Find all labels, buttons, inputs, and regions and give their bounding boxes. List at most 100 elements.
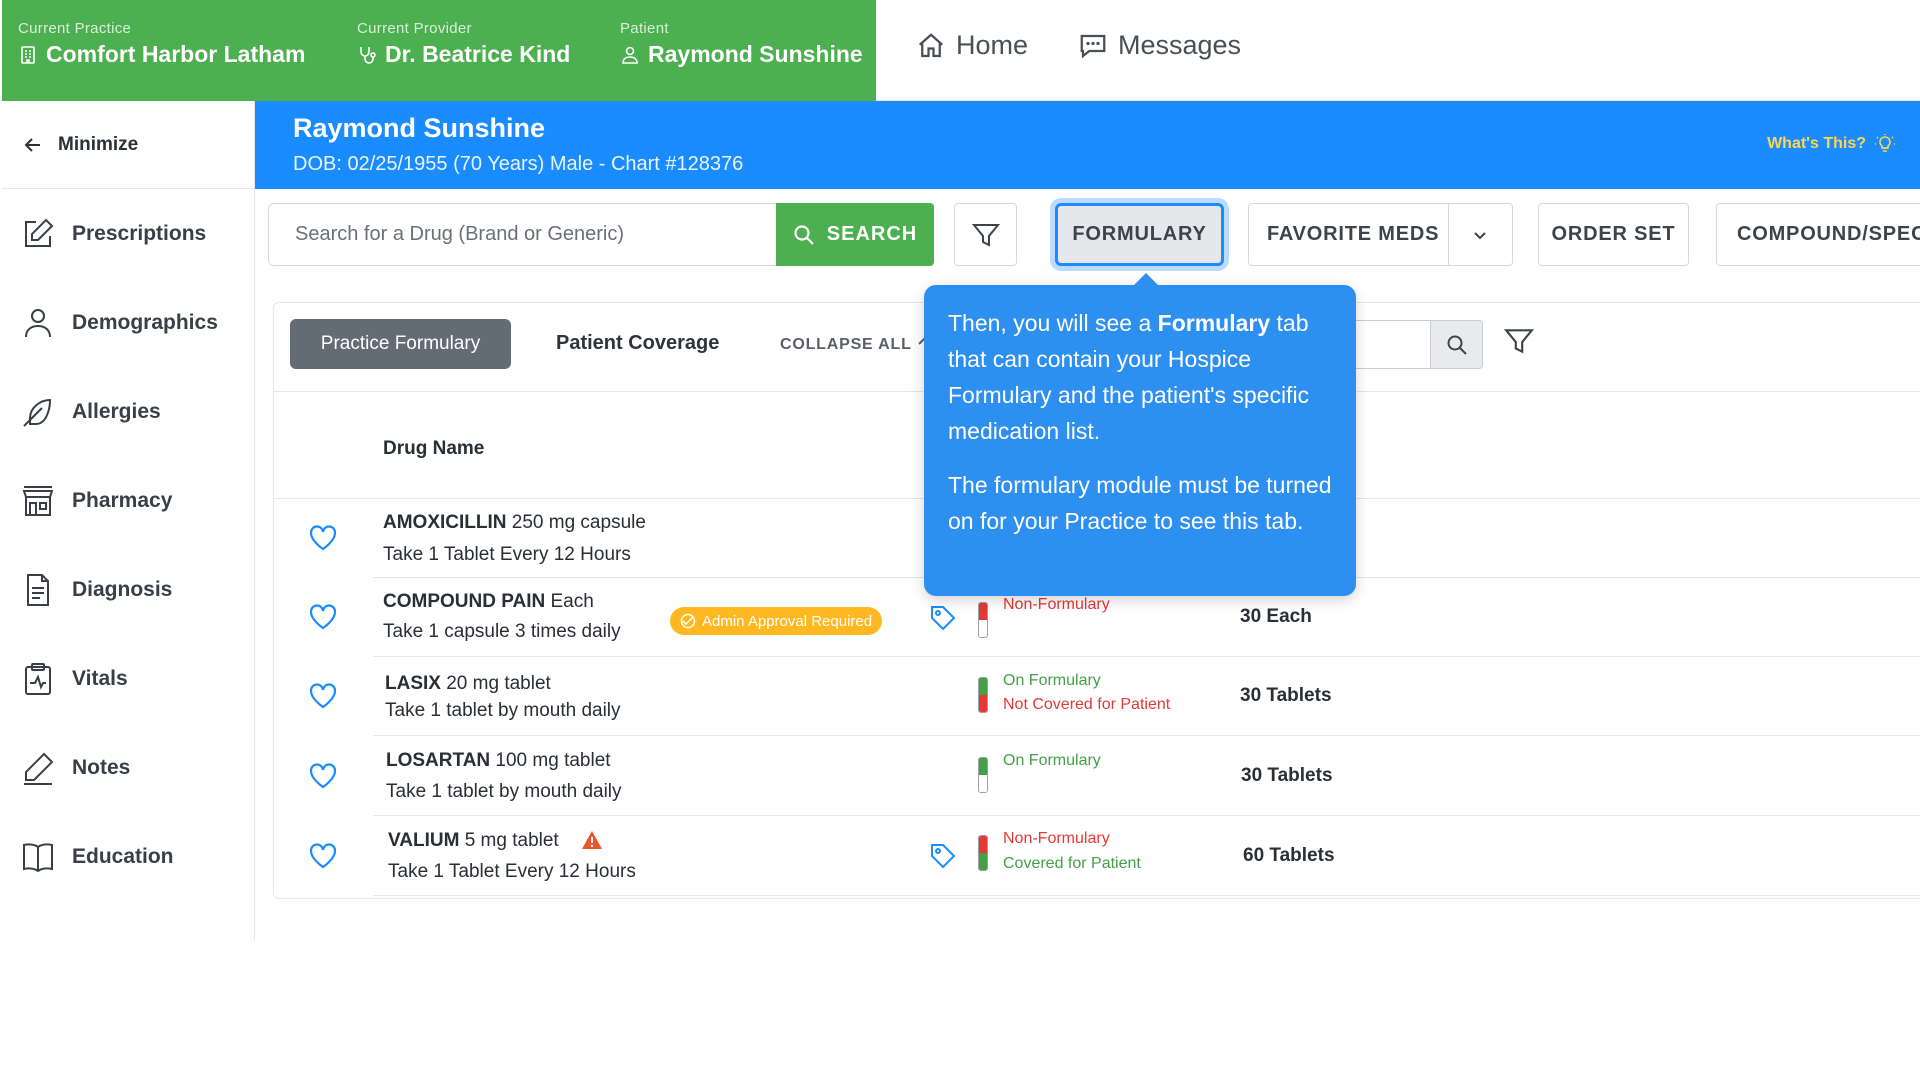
formulary-status-bar	[978, 757, 988, 793]
quantity: 60 Tablets	[1243, 845, 1335, 866]
filter-button[interactable]	[954, 203, 1017, 266]
formulary-status-bar	[978, 677, 988, 713]
sidebar-item-notes[interactable]: Notes	[20, 750, 130, 786]
collapse-all-label: COLLAPSE ALL	[780, 336, 912, 353]
practice-value: Comfort Harbor Latham	[46, 41, 306, 67]
building-icon	[21, 45, 35, 64]
tag-icon[interactable]	[928, 841, 958, 871]
formulary-button[interactable]: FORMULARY	[1055, 203, 1224, 266]
table-row[interactable]: LASIX 20 mg tablet Take 1 tablet by mout…	[273, 657, 1920, 736]
admin-approval-badge: Admin Approval Required	[670, 607, 883, 635]
sidebar-item-prescriptions[interactable]: Prescriptions	[20, 216, 206, 252]
divider	[373, 815, 1920, 816]
sidebar-label: Vitals	[72, 667, 128, 690]
formulary-status: On Formulary	[1003, 672, 1101, 689]
approval-icon	[680, 613, 696, 629]
tag-icon[interactable]	[928, 603, 958, 633]
quantity: 30 Tablets	[1240, 685, 1332, 706]
minimize-label: Minimize	[58, 133, 139, 155]
compound-button[interactable]: COMPOUND/SPECI	[1716, 203, 1920, 266]
nav-messages-label: Messages	[1118, 30, 1242, 60]
tooltip-caret	[1134, 273, 1158, 285]
heart-icon[interactable]	[309, 763, 337, 789]
current-patient[interactable]: Patient Raymond Sunshine	[620, 20, 863, 68]
sidebar: Minimize Prescriptions Demographics Alle…	[2, 101, 255, 941]
chevron-down-icon	[1474, 231, 1486, 239]
order-set-button[interactable]: ORDER SET	[1538, 203, 1689, 266]
patient-label: Patient	[620, 20, 669, 37]
favorite-meds-dropdown[interactable]	[1447, 204, 1512, 265]
current-practice[interactable]: Current Practice Comfort Harbor Latham	[18, 20, 305, 68]
heart-icon[interactable]	[309, 525, 337, 551]
formulary-status-bar	[978, 602, 988, 638]
drug-sig: Take 1 Tablet Every 12 Hours	[388, 861, 636, 882]
top-bar: Current Practice Comfort Harbor Latham C…	[0, 0, 1920, 101]
nav-messages[interactable]: Messages	[1078, 30, 1241, 61]
drug-sig: Take 1 tablet by mouth daily	[385, 700, 621, 721]
drug-name: AMOXICILLIN 250 mg capsule	[383, 512, 646, 533]
sidebar-item-vitals[interactable]: Vitals	[20, 661, 128, 697]
panel-filter-button[interactable]	[1503, 325, 1535, 362]
whats-this-link[interactable]: What's This?	[1767, 133, 1896, 155]
tooltip-paragraph: The formulary module must be turned on f…	[948, 472, 1332, 534]
formulary-status: On Formulary	[1003, 752, 1101, 769]
search-button[interactable]: SEARCH	[776, 203, 934, 266]
home-icon	[919, 32, 943, 57]
book-icon	[23, 843, 53, 873]
user-icon	[25, 309, 51, 338]
drug-sig: Take 1 capsule 3 times daily	[383, 621, 621, 642]
table-row[interactable]: VALIUM 5 mg tablet Take 1 Tablet Every 1…	[273, 817, 1920, 896]
sidebar-label: Notes	[72, 756, 131, 779]
sidebar-item-pharmacy[interactable]: Pharmacy	[20, 483, 172, 519]
guide-tooltip: Then, you will see a Formulary tab that …	[924, 273, 1356, 596]
sidebar-item-education[interactable]: Education	[20, 839, 174, 875]
edit-square-icon	[25, 218, 54, 247]
heart-icon[interactable]	[309, 843, 337, 869]
minimize-button[interactable]: Minimize	[2, 101, 254, 189]
heart-icon[interactable]	[309, 683, 337, 709]
whats-this-label: What's This?	[1767, 135, 1866, 152]
nav-home[interactable]: Home	[916, 30, 1028, 61]
table-row[interactable]: LOSARTAN 100 mg tablet Take 1 tablet by …	[273, 737, 1920, 816]
drug-name: COMPOUND PAIN Each	[383, 591, 594, 612]
drug-search-input[interactable]	[268, 203, 776, 266]
favorite-meds-label: FAVORITE MEDS	[1267, 223, 1440, 245]
coverage-status: Covered for Patient	[1003, 855, 1141, 872]
patient-info: DOB: 02/25/1955 (70 Years) Male - Chart …	[293, 153, 744, 175]
heart-icon[interactable]	[309, 604, 337, 630]
warning-icon[interactable]	[581, 830, 603, 850]
compound-label: COMPOUND/SPECI	[1737, 223, 1920, 245]
sidebar-item-diagnosis[interactable]: Diagnosis	[20, 572, 172, 608]
storefront-icon	[22, 486, 54, 516]
chat-icon	[1080, 34, 1106, 58]
arrow-left-icon	[24, 137, 40, 152]
drug-name: LASIX 20 mg tablet	[385, 673, 551, 694]
tab-practice-formulary[interactable]: Practice Formulary	[290, 319, 511, 369]
tooltip-paragraph: Then, you will see a Formulary tab that …	[948, 310, 1310, 444]
stethoscope-icon	[360, 46, 376, 64]
sidebar-item-allergies[interactable]: Allergies	[20, 394, 161, 430]
divider	[373, 735, 1920, 736]
filter-icon	[1503, 329, 1535, 354]
sidebar-label: Pharmacy	[72, 489, 173, 512]
sidebar-label: Education	[72, 845, 174, 868]
patient-banner: Raymond Sunshine DOB: 02/25/1955 (70 Yea…	[255, 101, 1920, 189]
formulary-button-label: FORMULARY	[1072, 223, 1207, 245]
provider-label: Current Provider	[357, 20, 472, 37]
current-provider[interactable]: Current Provider Dr. Beatrice Kind	[357, 20, 570, 68]
drug-sig: Take 1 tablet by mouth daily	[386, 781, 622, 802]
sidebar-label: Demographics	[72, 311, 218, 334]
tab-practice-label: Practice Formulary	[320, 333, 481, 354]
sidebar-item-demographics[interactable]: Demographics	[20, 305, 218, 341]
drug-name: VALIUM 5 mg tablet	[388, 830, 559, 851]
panel-search-button[interactable]	[1430, 320, 1483, 369]
sidebar-label: Prescriptions	[72, 222, 207, 245]
collapse-all-button[interactable]: COLLAPSE ALL	[780, 335, 931, 354]
tab-patient-coverage[interactable]: Patient Coverage	[556, 332, 719, 355]
admin-approval-label: Admin Approval Required	[702, 612, 873, 630]
formulary-status-bar	[978, 835, 988, 871]
quantity: 30 Tablets	[1241, 765, 1333, 786]
person-icon	[622, 46, 638, 64]
coverage-status: Not Covered for Patient	[1003, 696, 1171, 713]
favorite-meds-button[interactable]: FAVORITE MEDS	[1248, 203, 1513, 266]
